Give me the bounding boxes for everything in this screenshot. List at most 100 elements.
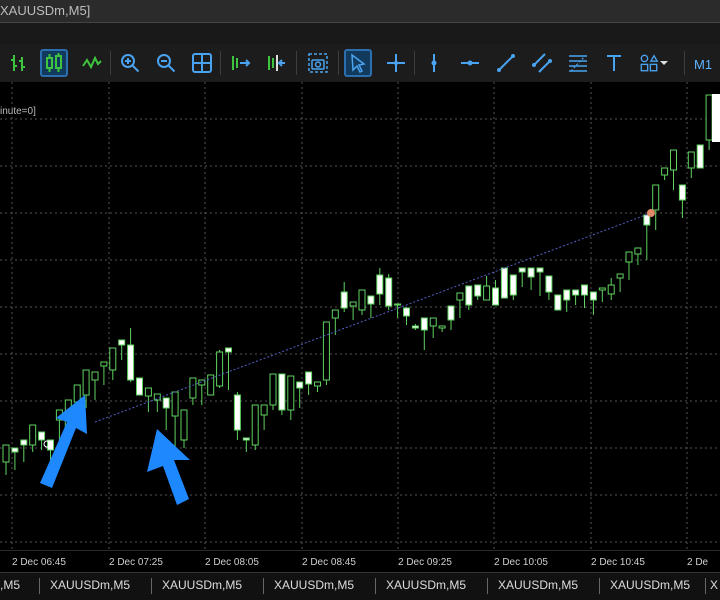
bear-candle: [278, 373, 286, 411]
chart-tab[interactable]: XAUUSDm,M5: [610, 578, 690, 592]
bear-candle: [581, 284, 588, 296]
text-icon: [607, 55, 621, 71]
x-tick-label: 2 Dec 10:05: [494, 557, 548, 568]
trendline-icon: [497, 54, 515, 72]
grid-icon: [192, 53, 212, 73]
chart-tab[interactable]: XAUUSDm,M5: [386, 578, 466, 592]
trendline-button[interactable]: [492, 49, 520, 77]
timeframe-m1-button[interactable]: M1: [694, 57, 712, 72]
bear-candle: [518, 267, 526, 273]
auto-scroll-button[interactable]: [226, 49, 254, 77]
bull-candle: [180, 409, 188, 441]
bull-candle: [705, 94, 713, 141]
x-tick-label: 2 Dec 09:25: [398, 557, 452, 568]
bear-candle: [233, 394, 241, 431]
horizontal-line-button[interactable]: [456, 49, 484, 77]
bull-candle: [29, 424, 37, 446]
auto-scroll-icon: [232, 56, 251, 70]
bear-candle: [545, 275, 553, 293]
horizontal-line-icon: [461, 60, 479, 66]
crosshair-button[interactable]: [382, 49, 410, 77]
screenshot-button[interactable]: [304, 49, 332, 77]
chart-tab[interactable]: X: [710, 578, 718, 592]
menu-area: [0, 22, 720, 45]
vertical-line-button[interactable]: [420, 49, 448, 77]
bear-candle: [492, 287, 499, 306]
bull-candle: [634, 247, 642, 255]
bear-candle: [242, 437, 250, 441]
bear-candle: [696, 144, 704, 169]
bull-candle: [2, 444, 10, 463]
candlestick-chart-button[interactable]: [40, 49, 68, 77]
bull-candle: [652, 184, 660, 211]
bear-candle: [420, 317, 428, 331]
fibonacci-button[interactable]: [564, 49, 592, 77]
x-tick-label: 2 Dec 10:45: [591, 557, 645, 568]
vertical-line-icon: [431, 54, 437, 72]
bear-candle: [643, 214, 651, 226]
bear-candle: [712, 94, 720, 142]
bull-candle: [260, 404, 268, 416]
grid-button[interactable]: [188, 49, 216, 77]
line-chart-button[interactable]: [78, 49, 106, 77]
price-chart[interactable]: inute=0]: [0, 82, 720, 550]
zoom-out-icon: [157, 54, 176, 73]
bear-candle: [589, 291, 597, 301]
cursor-icon: [351, 53, 366, 74]
chevron-down-icon: [660, 61, 668, 65]
chart-shift-button[interactable]: [262, 49, 290, 77]
bull-candle: [687, 151, 695, 169]
bull-candle: [322, 321, 330, 381]
chart-tab[interactable]: ,M5: [0, 578, 20, 592]
shapes-dropdown-button[interactable]: [634, 49, 674, 77]
chart-tab[interactable]: XAUUSDm,M5: [498, 578, 578, 592]
bear-candle: [554, 294, 562, 311]
x-tick-label: 2 Dec 08:05: [205, 557, 259, 568]
x-tick-label: 2 Dec 08:45: [302, 557, 356, 568]
bear-candle: [367, 295, 375, 305]
bull-candle: [616, 273, 624, 279]
line-chart-icon: [82, 55, 102, 70]
zoom-in-button[interactable]: [116, 49, 144, 77]
bear-candle: [11, 447, 19, 453]
bar-chart-button[interactable]: [4, 49, 32, 77]
x-tick-label: 2 Dec 06:45: [12, 557, 66, 568]
bear-candle: [527, 267, 535, 278]
bull-candle: [661, 167, 669, 176]
bull-candle: [456, 292, 464, 301]
bear-candle: [474, 284, 482, 297]
bull-candle: [91, 371, 99, 381]
channel-button[interactable]: [528, 49, 556, 77]
bear-candle: [305, 371, 313, 385]
chart-toolbar: M1: [0, 44, 720, 83]
bear-candle: [500, 267, 508, 299]
bear-candle: [20, 439, 28, 446]
window-title: XAUUSDm,M5]: [0, 3, 91, 18]
chart-tab[interactable]: XAUUSDm,M5: [162, 578, 242, 592]
bear-candle: [536, 267, 544, 273]
bear-candle: [340, 291, 348, 309]
channel-icon: [532, 53, 552, 73]
bear-candle: [38, 431, 46, 441]
indicator-label: inute=0]: [0, 106, 36, 117]
text-button[interactable]: [600, 49, 628, 77]
crosshair-icon: [387, 54, 405, 72]
shapes-icon: [640, 54, 659, 72]
cursor-button[interactable]: [344, 49, 372, 77]
time-axis: 2 Dec 06:45 2 Dec 07:25 2 Dec 08:05 2 De…: [0, 550, 720, 573]
chart-tab[interactable]: XAUUSDm,M5: [50, 578, 130, 592]
bull-candle: [82, 369, 90, 396]
chart-tab[interactable]: XAUUSDm,M5: [274, 578, 354, 592]
chart-tabs-bar: ,M5 XAUUSDm,M5 XAUUSDm,M5 XAUUSDm,M5 XAU…: [0, 572, 720, 600]
zoom-out-button[interactable]: [152, 49, 180, 77]
bear-candle: [136, 377, 143, 396]
bull-candle: [73, 384, 81, 403]
bull-candle: [269, 373, 277, 406]
bull-candle: [314, 381, 321, 387]
trendline-anchor: [647, 209, 655, 217]
bear-candle: [447, 305, 455, 321]
bear-candle: [678, 184, 686, 201]
screenshot-icon: [308, 53, 328, 73]
window-title-bar: XAUUSDm,M5]: [0, 0, 720, 22]
bull-candle: [358, 289, 366, 311]
